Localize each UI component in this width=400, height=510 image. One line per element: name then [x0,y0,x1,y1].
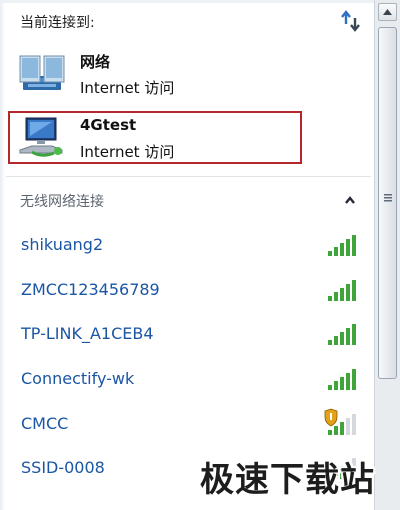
refresh-icon [341,10,360,32]
signal-strength-icon [328,324,356,345]
wifi-item[interactable]: CMCC [8,404,364,444]
scroll-up-button[interactable] [378,3,397,21]
wifi-ssid: SSID-0008 [21,458,105,477]
network-icon [19,55,65,90]
signal-bar [352,235,356,256]
signal-bar [346,239,350,256]
wifi-item[interactable]: ZMCC123456789 [8,270,364,310]
wifi-ssid: shikuang2 [21,235,104,254]
connection-access: Internet 访问 [80,79,175,97]
signal-strength-icon [328,369,356,390]
signal-bar [346,418,350,435]
scrollbar[interactable] [374,0,400,510]
network-computer-icon [19,117,63,157]
wifi-item[interactable]: TP-LINK_A1CEB4 [8,314,364,354]
signal-bar [334,426,338,435]
scroll-thumb[interactable] [378,27,397,379]
wifi-item[interactable]: shikuang2 [8,225,364,265]
section-divider [6,176,371,177]
signal-strength-icon [328,235,356,256]
watermark-text: 极速下载站 [200,460,375,500]
signal-bar [334,336,338,345]
signal-bar [334,381,338,390]
connection-network[interactable]: 网络 Internet 访问 [12,46,302,102]
refresh-button[interactable] [338,8,364,34]
grip-icon [384,194,392,202]
panel-edge [0,0,5,510]
signal-bar [346,284,350,301]
signal-bar [328,430,332,435]
connection-name: 4Gtest [80,116,137,134]
collapse-button[interactable] [340,190,360,210]
connection-4gtest[interactable]: 4Gtest Internet 访问 [8,111,302,164]
signal-bar [328,251,332,256]
signal-bar [334,247,338,256]
arrow-up-icon [383,9,392,15]
signal-bar [352,414,356,435]
signal-bar [334,292,338,301]
network-panel: 当前连接到: 网络 Internet 访问 4Gtest Internet 访问… [0,0,375,510]
chevron-up-icon [345,196,355,204]
wifi-ssid: CMCC [21,414,69,433]
signal-bar [340,243,344,256]
signal-bar [328,340,332,345]
signal-bar [352,324,356,345]
wireless-section-heading: 无线网络连接 [20,194,104,210]
signal-bar [346,328,350,345]
signal-bar [340,288,344,301]
signal-strength-icon [324,408,356,435]
signal-bar [346,373,350,390]
signal-bar [352,369,356,390]
signal-bar [328,385,332,390]
signal-bar [328,296,332,301]
signal-bar [340,422,344,435]
wifi-item[interactable]: Connectify-wk [8,359,364,399]
signal-bar [340,377,344,390]
signal-bar [352,280,356,301]
connection-access: Internet 访问 [80,143,175,161]
signal-strength-icon [328,280,356,301]
wifi-ssid: TP-LINK_A1CEB4 [21,324,154,343]
connection-name: 网络 [80,53,111,71]
panel-top-edge [0,0,374,3]
wifi-ssid: Connectify-wk [21,369,135,388]
signal-bar [340,332,344,345]
security-shield-icon [324,408,338,427]
current-connection-heading: 当前连接到: [20,15,95,31]
wifi-ssid: ZMCC123456789 [21,280,160,299]
